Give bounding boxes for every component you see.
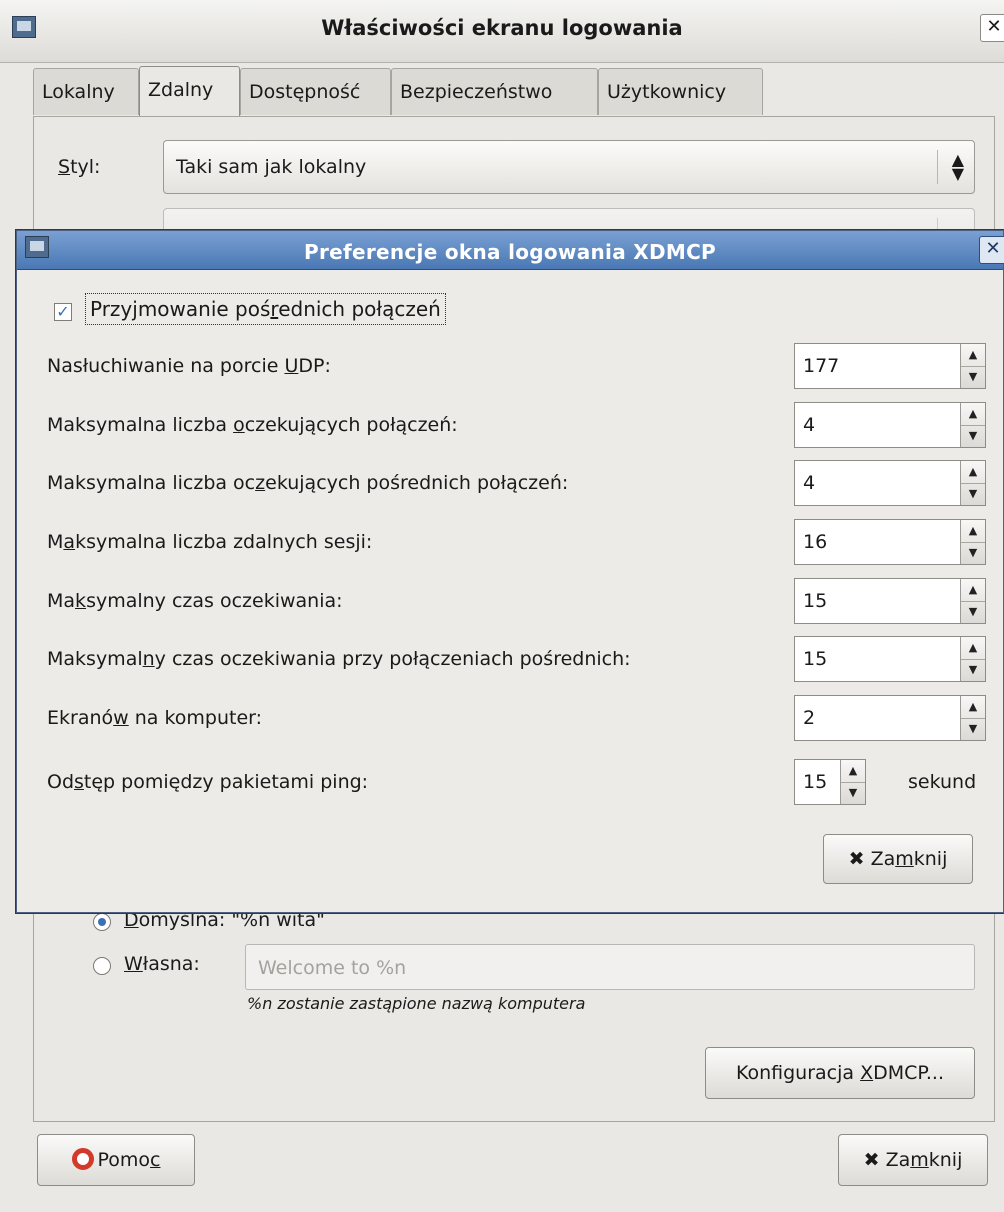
max-remote-sessions-spinner[interactable]: 16 ▲ ▼ [794,519,986,565]
spin-up-icon[interactable]: ▲ [961,579,985,602]
spin-down-icon[interactable]: ▼ [961,366,985,388]
udp-port-label: Nasłuchiwanie na porcie UDP: [47,355,331,377]
close-x-icon: ✖ [848,848,865,870]
indirect-connections-checkbox[interactable]: ✓ [54,303,72,321]
spin-up-icon[interactable]: ▲ [841,760,865,783]
spin-up-icon[interactable]: ▲ [961,637,985,660]
main-close-button[interactable]: ✖ Zamknij [838,1134,988,1186]
spin-down-icon[interactable]: ▼ [961,718,985,740]
max-pending-indirect-spinner[interactable]: 4 ▲ ▼ [794,460,986,506]
displays-per-host-label: Ekranów na komputer: [47,707,263,729]
displays-per-host-spinner[interactable]: 2 ▲ ▼ [794,695,986,741]
main-titlebar: Właściwości ekranu logowania ✕ [0,0,1004,63]
dialog-titlebar: Preferencje okna logowania XDMCP ✕ [17,231,1004,270]
spin-down-icon[interactable]: ▼ [961,425,985,447]
style-label: Styl: [58,156,101,178]
radio-default-greeting[interactable] [93,913,111,931]
spin-up-icon[interactable]: ▲ [961,344,985,367]
style-value: Taki sam jak lokalny [176,156,367,178]
main-close-icon[interactable]: ✕ [980,14,1004,42]
combo-separator [937,150,938,184]
tab-bezpieczenstwo[interactable]: Bezpieczeństwo [391,68,598,115]
spin-up-icon[interactable]: ▲ [961,520,985,543]
max-wait-indirect-spinner[interactable]: 15 ▲ ▼ [794,636,986,682]
spin-down-icon[interactable]: ▼ [961,542,985,564]
spin-up-icon[interactable]: ▲ [961,403,985,426]
custom-greeting-label: Własna: [124,953,200,975]
help-button[interactable]: Pomoc [37,1134,195,1186]
custom-greeting-placeholder: Welcome to %n [258,957,407,979]
max-wait-label: Maksymalny czas oczekiwania: [47,590,343,612]
close-x-icon: ✖ [863,1149,880,1171]
tab-uzytkownicy[interactable]: Użytkownicy [598,68,763,115]
help-lifebuoy-icon [71,1148,94,1170]
ping-interval-label: Odstęp pomiędzy pakietami ping: [47,771,369,793]
xdmcp-config-button[interactable]: Konfiguracja XDMCP... [705,1047,975,1099]
dialog-title: Preferencje okna logowania XDMCP [303,240,717,264]
updown-arrows-icon: ▲ ▼ [951,150,964,183]
xdmcp-dialog: Preferencje okna logowania XDMCP ✕ ✓ Prz… [16,230,1004,913]
spin-up-icon[interactable]: ▲ [961,696,985,719]
tab-zdalny[interactable]: Zdalny [139,66,240,116]
tab-lokalny[interactable]: Lokalny [33,68,139,115]
tab-dostepnosc[interactable]: Dostępność [240,68,391,115]
udp-port-spinner[interactable]: 177 ▲ ▼ [794,343,986,389]
dialog-close-icon[interactable]: ✕ [979,236,1004,264]
spin-down-icon[interactable]: ▼ [841,782,865,804]
max-pending-label: Maksymalna liczba oczekujących połączeń: [47,414,458,436]
spin-down-icon[interactable]: ▼ [961,601,985,623]
spin-up-icon[interactable]: ▲ [961,461,985,484]
radio-custom-greeting[interactable] [93,957,111,975]
max-pending-indirect-label: Maksymalna liczba oczekujących pośrednic… [47,472,569,494]
dialog-close-button[interactable]: ✖ Zamknij [823,834,973,884]
main-window-title: Właściwości ekranu logowania [321,16,683,40]
ping-interval-spinner[interactable]: 15 ▲ ▼ [794,759,866,805]
spin-down-icon[interactable]: ▼ [961,659,985,681]
spin-down-icon[interactable]: ▼ [961,483,985,505]
style-combobox[interactable]: Taki sam jak lokalny ▲ ▼ [163,140,975,194]
indirect-connections-label[interactable]: Przyjmowanie pośrednich połączeń [85,293,446,325]
max-remote-sessions-label: Maksymalna liczba zdalnych sesji: [47,531,373,553]
greeting-hint: %n zostanie zastąpione nazwą komputera [247,994,586,1013]
max-wait-spinner[interactable]: 15 ▲ ▼ [794,578,986,624]
ping-interval-unit: sekund [908,771,977,793]
max-pending-spinner[interactable]: 4 ▲ ▼ [794,402,986,448]
custom-greeting-input[interactable]: Welcome to %n [245,944,975,990]
max-wait-indirect-label: Maksymalny czas oczekiwania przy połącze… [47,648,631,670]
